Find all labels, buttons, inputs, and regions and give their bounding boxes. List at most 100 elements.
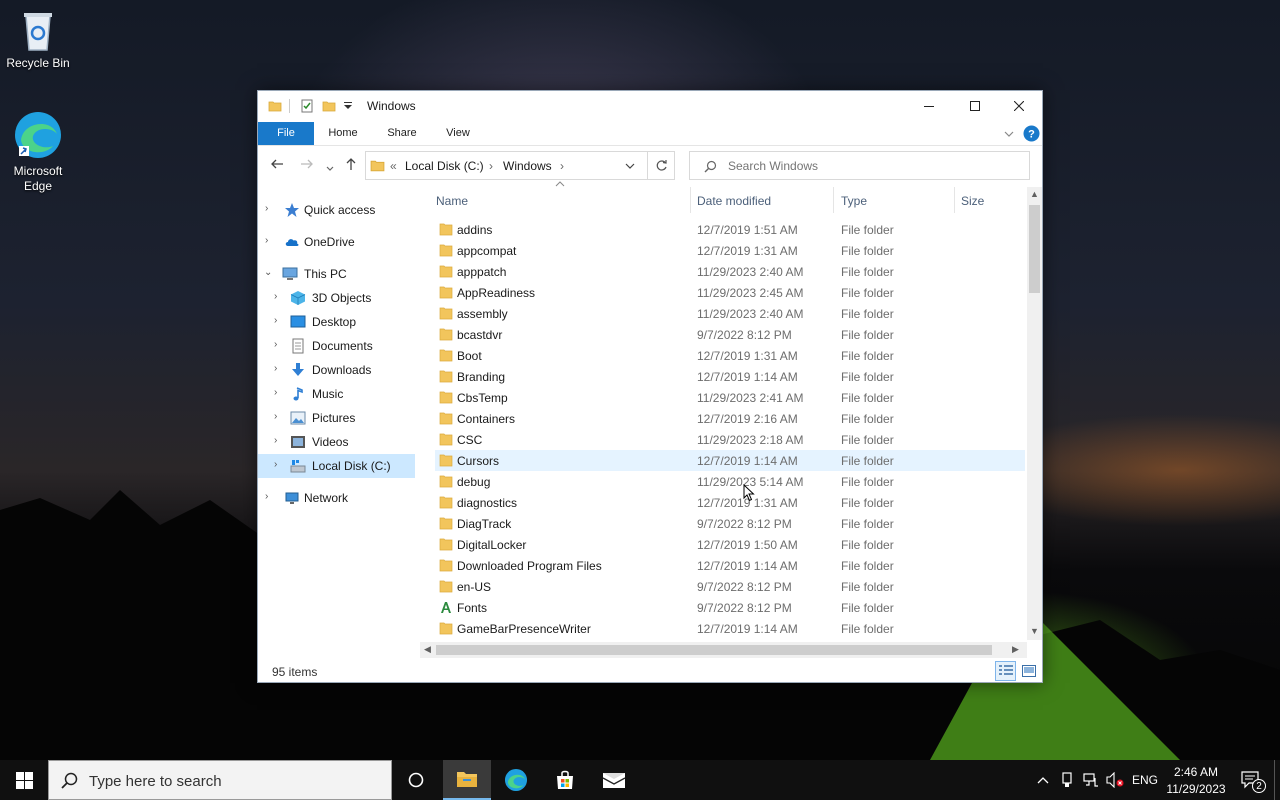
- file-row[interactable]: Fonts 9/7/2022 8:12 PM File folder: [435, 597, 1025, 618]
- chevron-down-icon[interactable]: ⌄: [264, 267, 272, 278]
- scroll-left-icon[interactable]: ◀: [424, 644, 431, 655]
- address-dropdown-chevron-icon[interactable]: [625, 162, 635, 170]
- chevron-right-icon[interactable]: ›: [274, 411, 277, 422]
- details-view-button[interactable]: [995, 661, 1016, 681]
- tab-share[interactable]: Share: [376, 122, 428, 145]
- vertical-scrollbar[interactable]: ▲ ▼: [1027, 187, 1042, 640]
- nav-item-pictures[interactable]: › Pictures: [258, 406, 415, 430]
- tab-file[interactable]: File: [258, 122, 314, 145]
- file-row[interactable]: Downloaded Program Files 12/7/2019 1:14 …: [435, 555, 1025, 576]
- close-button[interactable]: [996, 91, 1042, 121]
- column-separator[interactable]: [690, 187, 691, 213]
- file-row[interactable]: assembly 11/29/2023 2:40 AM File folder: [435, 303, 1025, 324]
- search-box[interactable]: [689, 151, 1030, 180]
- nav-item-videos[interactable]: › Videos: [258, 430, 415, 454]
- input-language[interactable]: ENG: [1131, 773, 1159, 787]
- nav-item-downloads[interactable]: › Downloads: [258, 358, 415, 382]
- nav-item-local-disk[interactable]: › Local Disk (C:): [258, 454, 415, 478]
- action-center-button[interactable]: 2: [1234, 760, 1268, 800]
- file-row[interactable]: AppReadiness 11/29/2023 2:45 AM File fol…: [435, 282, 1025, 303]
- address-bar[interactable]: « Local Disk (C:) › Windows ›: [365, 151, 675, 180]
- start-button[interactable]: [0, 760, 48, 800]
- tray-volume-button[interactable]: [1104, 760, 1126, 800]
- file-row[interactable]: DigitalLocker 12/7/2019 1:50 AM File fol…: [435, 534, 1025, 555]
- column-separator[interactable]: [954, 187, 955, 213]
- chevron-right-icon[interactable]: ›: [274, 387, 277, 398]
- tab-home[interactable]: Home: [318, 122, 368, 145]
- back-button[interactable]: [270, 157, 284, 174]
- customize-toolbar-chevron-icon[interactable]: [343, 101, 353, 111]
- file-row[interactable]: en-US 9/7/2022 8:12 PM File folder: [435, 576, 1025, 597]
- file-row[interactable]: Cursors 12/7/2019 1:14 AM File folder: [435, 450, 1025, 471]
- chevron-right-icon[interactable]: ›: [274, 339, 277, 350]
- nav-item-3d-objects[interactable]: › 3D Objects: [258, 286, 415, 310]
- nav-item-desktop[interactable]: › Desktop: [258, 310, 415, 334]
- expand-ribbon-chevron-icon[interactable]: [1004, 130, 1014, 138]
- file-row[interactable]: appcompat 12/7/2019 1:31 AM File folder: [435, 240, 1025, 261]
- horizontal-scrollbar[interactable]: ◀ ▶: [420, 642, 1027, 658]
- column-header-size[interactable]: Size: [961, 191, 1021, 211]
- column-header-name[interactable]: Name: [436, 191, 686, 211]
- chevron-right-icon[interactable]: ›: [265, 235, 268, 246]
- desktop-icon-microsoft-edge[interactable]: Microsoft Edge: [0, 110, 76, 194]
- chevron-right-icon[interactable]: ›: [265, 491, 268, 502]
- large-icons-view-button[interactable]: [1019, 661, 1040, 681]
- address-overflow[interactable]: «: [390, 159, 397, 173]
- task-view-button[interactable]: [396, 760, 436, 800]
- nav-item-documents[interactable]: › Documents: [258, 334, 415, 358]
- horizontal-scroll-thumb[interactable]: [436, 645, 992, 655]
- file-row[interactable]: CbsTemp 11/29/2023 2:41 AM File folder: [435, 387, 1025, 408]
- taskbar-search-box[interactable]: Type here to search: [48, 760, 392, 800]
- up-button[interactable]: [344, 157, 358, 174]
- forward-button[interactable]: [300, 157, 314, 174]
- breadcrumb-local-disk[interactable]: Local Disk (C:): [405, 159, 484, 173]
- file-row[interactable]: apppatch 11/29/2023 2:40 AM File folder: [435, 261, 1025, 282]
- file-row[interactable]: bcastdvr 9/7/2022 8:12 PM File folder: [435, 324, 1025, 345]
- new-folder-icon[interactable]: [322, 99, 336, 113]
- chevron-right-icon[interactable]: ›: [274, 315, 277, 326]
- minimize-button[interactable]: [906, 91, 952, 121]
- file-row[interactable]: Boot 12/7/2019 1:31 AM File folder: [435, 345, 1025, 366]
- column-separator[interactable]: [833, 187, 834, 213]
- nav-item-music[interactable]: › Music: [258, 382, 415, 406]
- chevron-right-icon[interactable]: ›: [274, 363, 277, 374]
- vertical-scroll-thumb[interactable]: [1029, 205, 1040, 293]
- file-row[interactable]: debug 11/29/2023 5:14 AM File folder: [435, 471, 1025, 492]
- column-header-date-modified[interactable]: Date modified: [697, 191, 827, 211]
- file-row[interactable]: GameBarPresenceWriter 12/7/2019 1:14 AM …: [435, 618, 1025, 639]
- taskbar-mail[interactable]: [590, 760, 638, 800]
- show-desktop-button[interactable]: [1274, 760, 1280, 800]
- file-row[interactable]: Branding 12/7/2019 1:14 AM File folder: [435, 366, 1025, 387]
- taskbar-store[interactable]: [541, 760, 589, 800]
- tab-view[interactable]: View: [434, 122, 482, 145]
- scroll-right-icon[interactable]: ▶: [1012, 644, 1019, 655]
- desktop-icon-recycle-bin[interactable]: Recycle Bin: [0, 8, 76, 71]
- recent-locations-button[interactable]: [326, 160, 334, 176]
- scroll-down-icon[interactable]: ▼: [1030, 626, 1039, 636]
- tray-usb-icon-button[interactable]: [1056, 760, 1078, 800]
- chevron-right-icon[interactable]: ›: [274, 291, 277, 302]
- help-icon[interactable]: ?: [1023, 125, 1040, 142]
- search-input[interactable]: [728, 157, 1018, 175]
- show-hidden-icons-button[interactable]: [1032, 760, 1054, 800]
- taskbar-file-explorer[interactable]: [443, 760, 491, 800]
- scroll-up-icon[interactable]: ▲: [1030, 189, 1039, 199]
- nav-item-network[interactable]: › Network: [258, 486, 415, 510]
- tray-network-button[interactable]: [1080, 760, 1102, 800]
- refresh-button[interactable]: [647, 151, 675, 180]
- file-row[interactable]: addins 12/7/2019 1:51 AM File folder: [435, 219, 1025, 240]
- chevron-right-icon[interactable]: ›: [274, 459, 277, 470]
- clock[interactable]: 2:46 AM 11/29/2023: [1160, 763, 1232, 797]
- nav-item-quick-access[interactable]: › Quick access: [258, 198, 415, 222]
- breadcrumb-windows[interactable]: Windows: [503, 159, 552, 173]
- nav-item-this-pc[interactable]: ⌄ This PC: [258, 262, 415, 286]
- taskbar-edge[interactable]: [492, 760, 540, 800]
- file-row[interactable]: diagnostics 12/7/2019 1:31 AM File folde…: [435, 492, 1025, 513]
- nav-item-onedrive[interactable]: › OneDrive: [258, 230, 415, 254]
- file-row[interactable]: Containers 12/7/2019 2:16 AM File folder: [435, 408, 1025, 429]
- file-row[interactable]: DiagTrack 9/7/2022 8:12 PM File folder: [435, 513, 1025, 534]
- file-row[interactable]: CSC 11/29/2023 2:18 AM File folder: [435, 429, 1025, 450]
- properties-icon[interactable]: [300, 99, 314, 113]
- chevron-right-icon[interactable]: ›: [274, 435, 277, 446]
- chevron-right-icon[interactable]: ›: [265, 203, 268, 214]
